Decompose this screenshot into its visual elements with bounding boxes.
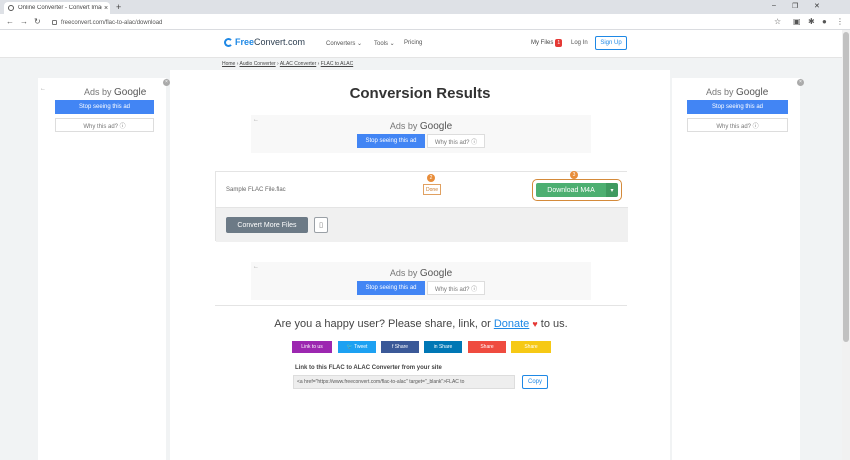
breadcrumb-audio[interactable]: Audio Converter bbox=[240, 61, 276, 67]
maximize-icon[interactable]: ❐ bbox=[792, 2, 798, 10]
copy-button[interactable]: Copy bbox=[522, 375, 548, 389]
ads-by-google: Ads by Google bbox=[389, 268, 453, 279]
reddit-share-button[interactable]: Share bbox=[468, 341, 506, 353]
close-tab-icon[interactable]: × bbox=[102, 5, 110, 12]
browser-tabbar: Online Converter - Convert Imag × + – ❐ … bbox=[0, 0, 850, 14]
linkedin-share-button[interactable]: in Share bbox=[424, 341, 462, 353]
back-icon[interactable]: ← bbox=[6, 17, 14, 26]
step-badge: 3 bbox=[570, 171, 578, 179]
link-label: Link to this FLAC to ALAC Converter from… bbox=[295, 365, 442, 371]
puzzle-icon[interactable]: ✱ bbox=[808, 17, 815, 26]
why-this-ad-button[interactable]: Why this ad? ⓘ bbox=[687, 118, 788, 132]
close-window-icon[interactable]: ✕ bbox=[814, 2, 820, 10]
star-icon[interactable]: ☆ bbox=[774, 17, 781, 26]
breadcrumb-current[interactable]: FLAC to ALAC bbox=[321, 61, 354, 67]
trash-icon[interactable]: ▯ bbox=[314, 217, 328, 233]
breadcrumb-alac[interactable]: ALAC Converter bbox=[280, 61, 316, 67]
stop-seeing-ad-button[interactable]: Stop seeing this ad bbox=[687, 100, 788, 114]
ads-by-google: Ads by Google bbox=[84, 87, 147, 98]
convert-more-bar: Convert More Files ▯ bbox=[216, 207, 628, 242]
stop-seeing-ad-button[interactable]: Stop seeing this ad bbox=[55, 100, 154, 114]
reload-icon[interactable]: ↻ bbox=[34, 17, 41, 26]
nav-tools[interactable]: Tools ⌄ bbox=[374, 40, 395, 47]
ads-by-google: Ads by Google bbox=[389, 121, 453, 132]
nav-pricing[interactable]: Pricing bbox=[404, 40, 422, 46]
nav-converters[interactable]: Converters ⌄ bbox=[326, 40, 362, 47]
url-text: freeconvert.com/flac-to-alac/download bbox=[61, 19, 163, 26]
share-text: Are you a happy user? Please share, link… bbox=[274, 318, 491, 330]
breadcrumb-home[interactable]: Home bbox=[222, 61, 235, 67]
why-this-ad-button[interactable]: Why this ad? ⓘ bbox=[427, 134, 485, 148]
download-button[interactable]: Download M4A bbox=[536, 183, 606, 197]
heart-icon: ♥ bbox=[532, 319, 538, 329]
ads-by-google: Ads by Google bbox=[706, 87, 769, 98]
convert-more-button[interactable]: Convert More Files bbox=[226, 217, 308, 233]
new-tab-button[interactable]: + bbox=[116, 2, 121, 12]
breadcrumb: Home › Audio Converter › ALAC Converter … bbox=[222, 61, 353, 67]
signup-button[interactable]: Sign Up bbox=[595, 36, 627, 50]
donate-link[interactable]: Donate bbox=[494, 318, 529, 330]
share-prompt: Are you a happy user? Please share, link… bbox=[215, 318, 627, 330]
tab-title: Online Converter - Convert Imag bbox=[18, 5, 102, 11]
file-row: Sample FLAC File.flac Done 2 Download M4… bbox=[216, 171, 628, 207]
link-to-us-button[interactable]: Link to us bbox=[292, 341, 332, 353]
my-files-label: My Files bbox=[531, 40, 554, 46]
close-ad-icon[interactable]: × bbox=[797, 79, 804, 86]
step-badge: 2 bbox=[427, 174, 435, 182]
inline-ad-bottom: ← Ads by Google Stop seeing this ad Why … bbox=[251, 262, 591, 300]
chevron-down-icon[interactable]: ▾ bbox=[606, 183, 618, 197]
share-text-end: to us. bbox=[540, 318, 568, 330]
stop-seeing-ad-button[interactable]: Stop seeing this ad bbox=[357, 281, 425, 295]
left-ad-column: ← Ads by Google Stop seeing this ad Why … bbox=[38, 78, 166, 460]
download-highlight: Download M4A ▾ bbox=[532, 179, 622, 201]
favicon-icon bbox=[8, 5, 14, 11]
divider bbox=[215, 305, 627, 306]
why-this-ad-button[interactable]: Why this ad? ⓘ bbox=[55, 118, 154, 132]
site-header: Free Convert.com Converters ⌄ Tools ⌄ Pr… bbox=[0, 30, 850, 58]
tweet-button[interactable]: 🐦 Tweet bbox=[338, 341, 376, 353]
why-this-ad-button[interactable]: Why this ad? ⓘ bbox=[427, 281, 485, 295]
address-bar: ← → ↻ freeconvert.com/flac-to-alac/downl… bbox=[0, 14, 850, 30]
lock-icon bbox=[52, 20, 57, 25]
my-files-link[interactable]: My Files 1 bbox=[531, 39, 563, 47]
logo-icon bbox=[224, 37, 233, 47]
logo-main: Convert.com bbox=[254, 37, 306, 47]
file-name: Sample FLAC File.flac bbox=[226, 187, 286, 193]
embed-code-field[interactable]: <a href="https://www.freeconvert.com/fla… bbox=[293, 375, 515, 389]
telegram-share-button[interactable]: Share bbox=[511, 341, 551, 353]
inline-ad-top: ← Ads by Google Stop seeing this ad Why … bbox=[251, 115, 591, 153]
stop-seeing-ad-button[interactable]: Stop seeing this ad bbox=[357, 134, 425, 148]
forward-icon[interactable]: → bbox=[20, 17, 28, 26]
scrollbar-thumb[interactable] bbox=[843, 32, 849, 342]
menu-icon[interactable]: ⋮ bbox=[836, 17, 844, 26]
extension-icon[interactable]: ▣ bbox=[793, 17, 801, 26]
close-ad-icon[interactable]: × bbox=[163, 79, 170, 86]
facebook-share-button[interactable]: f Share bbox=[381, 341, 419, 353]
login-link[interactable]: Log In bbox=[571, 40, 588, 46]
status-badge: Done bbox=[423, 184, 441, 195]
url-field[interactable]: freeconvert.com/flac-to-alac/download bbox=[52, 17, 764, 28]
my-files-badge: 1 bbox=[555, 39, 563, 47]
profile-icon[interactable]: ● bbox=[822, 17, 827, 26]
browser-tab[interactable]: Online Converter - Convert Imag × bbox=[4, 2, 110, 14]
right-ad-column: Ads by Google Stop seeing this ad Why th… bbox=[672, 78, 800, 460]
logo-prefix: Free bbox=[235, 37, 255, 47]
site-logo[interactable]: Free Convert.com bbox=[224, 37, 305, 47]
ad-arrow-icon: ← bbox=[40, 86, 46, 92]
conversion-file-card: Sample FLAC File.flac Done 2 Download M4… bbox=[215, 171, 628, 242]
page-title: Conversion Results bbox=[349, 85, 491, 102]
minimize-icon[interactable]: – bbox=[772, 2, 776, 9]
